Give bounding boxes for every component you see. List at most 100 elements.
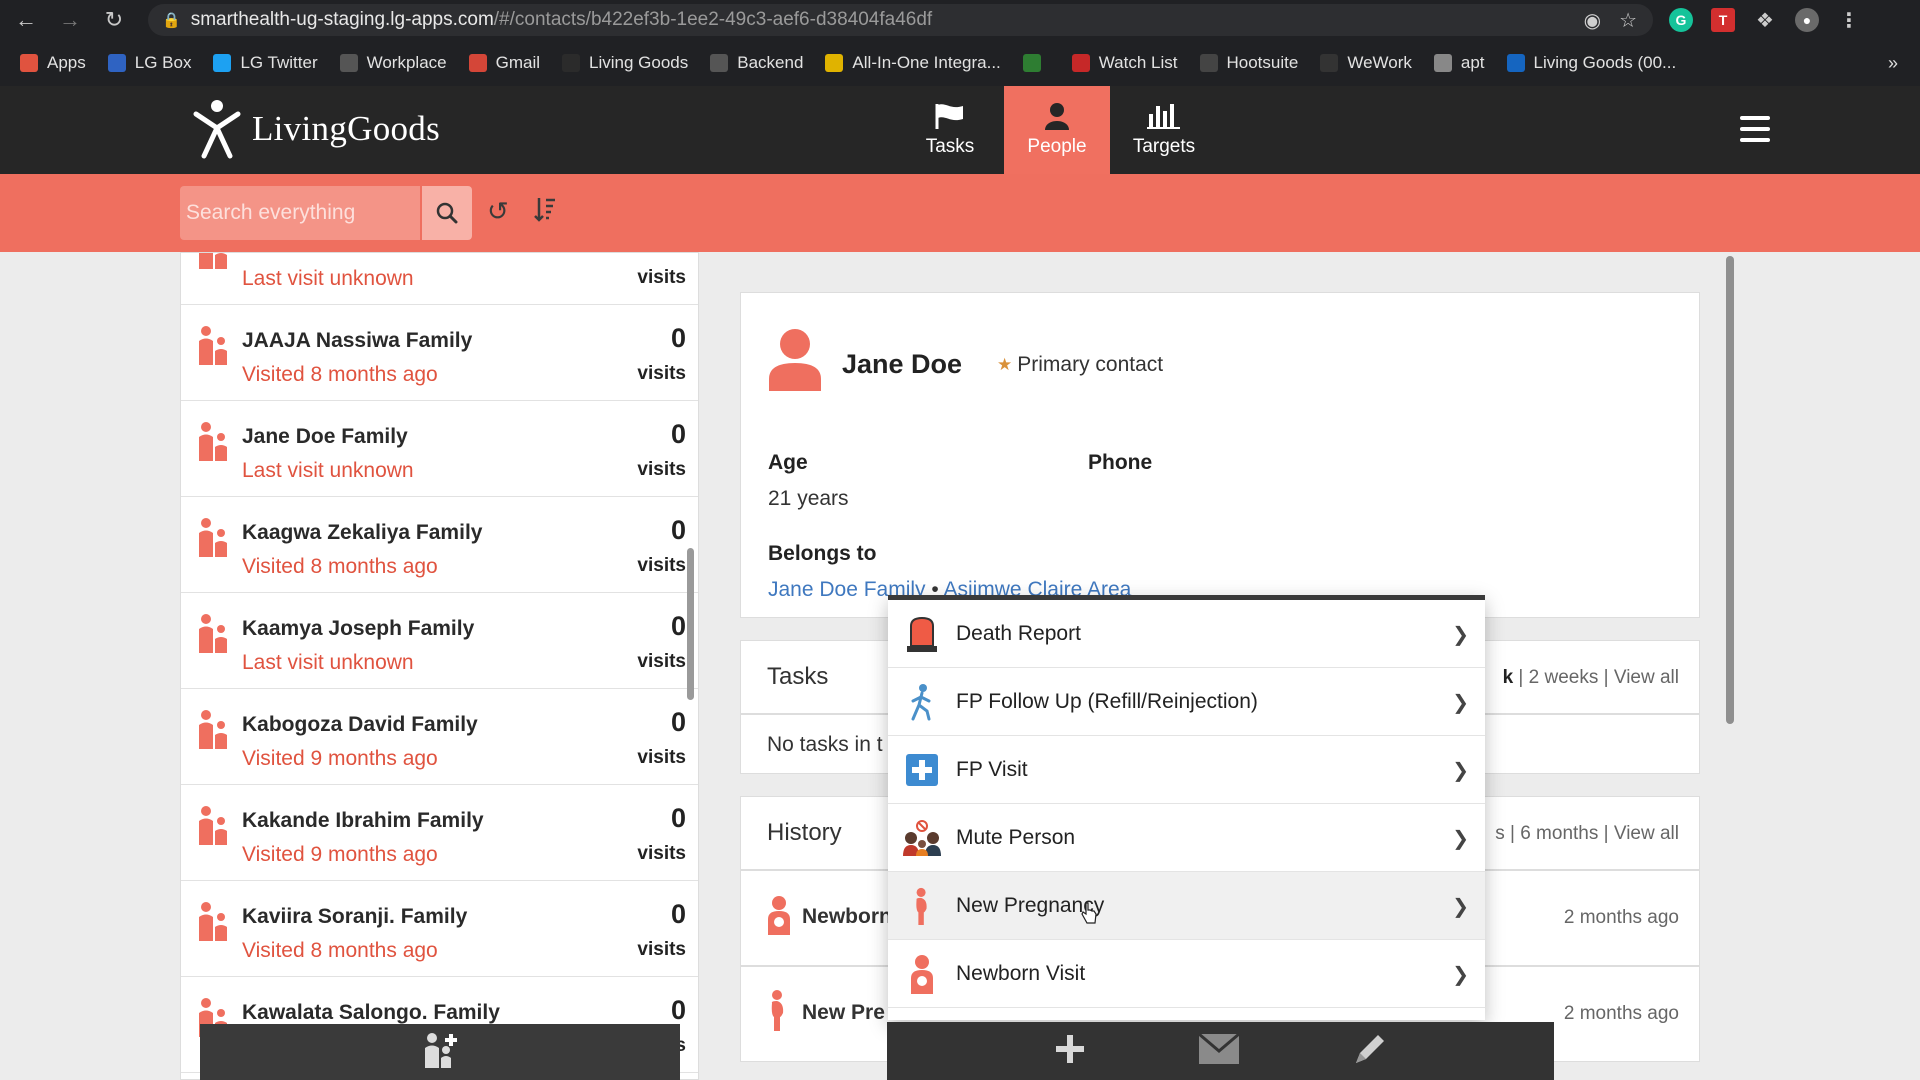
contact-list[interactable]: Last visit unknown visits JAAJA Nassiwa Fa… bbox=[180, 252, 699, 1080]
menu-item-fp-visit[interactable]: FP Visit ❯ bbox=[888, 736, 1485, 804]
page-scrollbar[interactable] bbox=[1726, 256, 1734, 724]
tasks-filter-2-weeks[interactable]: 2 weeks bbox=[1529, 667, 1599, 688]
search-input[interactable] bbox=[186, 201, 416, 225]
tasks-filters: k | 2 weeks | View all bbox=[1502, 667, 1679, 688]
bookmark-item[interactable]: Apps bbox=[20, 53, 86, 73]
puzzle-extensions-icon[interactable]: ❖ bbox=[1753, 8, 1777, 32]
action-bar bbox=[887, 1022, 1554, 1080]
menu-item-mute-person[interactable]: Mute Person ❯ bbox=[888, 804, 1485, 872]
profile-avatar-icon[interactable]: ● bbox=[1795, 8, 1819, 32]
kebab-menu-icon[interactable]: ⋮ bbox=[1837, 8, 1861, 32]
contact-list-item[interactable]: Kaviira Soranji. Family Visited 8 months … bbox=[181, 881, 698, 977]
forward-icon[interactable]: → bbox=[52, 2, 88, 38]
bookmark-item[interactable]: Watch List bbox=[1071, 53, 1178, 73]
bookmark-item[interactable]: Backend bbox=[710, 53, 803, 73]
living-goods-logo[interactable]: LivingGoods bbox=[190, 98, 440, 160]
visit-count-label: visits bbox=[637, 651, 686, 672]
history-filter-partial[interactable]: s bbox=[1495, 823, 1505, 844]
chevron-right-icon: ❯ bbox=[1452, 828, 1469, 850]
apps-grid-icon bbox=[20, 54, 38, 72]
bookmark-item[interactable]: LG Twitter bbox=[213, 53, 318, 73]
menu-item-label: Newborn Visit bbox=[956, 961, 1086, 985]
contact-list-item[interactable]: Kabogoza David Family Visited 9 months ag… bbox=[181, 689, 698, 785]
tab-targets[interactable]: Targets bbox=[1111, 86, 1217, 174]
box-icon bbox=[107, 54, 126, 72]
bookmark-label: LG Twitter bbox=[240, 53, 318, 72]
fp-follow-up-icon bbox=[902, 682, 942, 722]
pregnancy-icon bbox=[767, 989, 789, 1036]
mute-person-icon bbox=[902, 818, 942, 858]
last-visit-text: Last visit unknown bbox=[242, 267, 414, 290]
menu-item-death-report[interactable]: Death Report ❯ bbox=[888, 600, 1485, 668]
menu-item-label: Death Report bbox=[956, 621, 1081, 645]
contact-list-item[interactable]: Last visit unknown visits bbox=[181, 253, 698, 305]
menu-item-new-pregnancy[interactable]: New Pregnancy ❯ bbox=[888, 872, 1485, 940]
history-filter-6-months[interactable]: 6 months bbox=[1520, 823, 1598, 844]
bookmark-item[interactable]: LG Box bbox=[107, 53, 192, 73]
contact-list-item[interactable]: JAAJA Nassiwa Family Visited 8 months ago… bbox=[181, 305, 698, 401]
chevron-right-icon: ❯ bbox=[1452, 692, 1469, 714]
bookmark-item[interactable]: Workplace bbox=[339, 53, 447, 73]
tp-extension-icon[interactable]: T bbox=[1711, 8, 1735, 32]
last-visit-text: Visited 9 months ago bbox=[242, 747, 438, 770]
chevron-right-icon: ❯ bbox=[1452, 896, 1469, 918]
family-icon bbox=[197, 517, 231, 562]
bookmarks-overflow-icon[interactable]: » bbox=[1888, 53, 1898, 74]
person-name: Jane Doe bbox=[842, 349, 963, 379]
plus-icon[interactable] bbox=[1053, 1032, 1087, 1071]
family-icon bbox=[197, 421, 231, 466]
bar-chart-icon bbox=[1146, 102, 1182, 130]
menu-item-fp-follow-up[interactable]: FP Follow Up (Refill/Reinjection) ❯ bbox=[888, 668, 1485, 736]
contact-name: Kakande Ibrahim Family bbox=[242, 809, 484, 832]
add-family-icon[interactable] bbox=[418, 1028, 462, 1077]
bookmark-label: LG Box bbox=[134, 53, 192, 72]
bookmark-item[interactable]: Living Goods bbox=[562, 53, 688, 73]
contact-name: Kaviira Soranji. Family bbox=[242, 905, 468, 928]
contact-list-item[interactable]: Jane Doe Family Last visit unknown 0 visits bbox=[181, 401, 698, 497]
newborn-icon bbox=[765, 895, 793, 940]
bookmark-item[interactable]: All-In-One Integra... bbox=[825, 53, 1001, 73]
reload-icon[interactable]: ↻ bbox=[96, 2, 132, 38]
menu-item-newborn-visit[interactable]: Newborn Visit ❯ bbox=[888, 940, 1485, 1008]
search-field[interactable] bbox=[180, 186, 420, 240]
search-button[interactable] bbox=[422, 186, 472, 240]
bookmark-item[interactable]: apt bbox=[1433, 53, 1485, 73]
family-icon bbox=[197, 253, 231, 274]
blocked-location-icon[interactable]: ◉ bbox=[1584, 8, 1601, 33]
tab-people[interactable]: People bbox=[1004, 86, 1110, 174]
bookmark-item[interactable]: WeWork bbox=[1320, 53, 1412, 73]
pencil-edit-icon[interactable] bbox=[1352, 1031, 1388, 1072]
url-path: /#/contacts/b422ef3b-1ee2-49c3-aef6-d384… bbox=[493, 9, 933, 30]
bookmark-star-icon[interactable]: ☆ bbox=[1619, 8, 1637, 33]
bookmark-item[interactable]: Hootsuite bbox=[1199, 53, 1298, 73]
reset-filter-icon[interactable]: ↺ bbox=[487, 196, 509, 227]
contact-list-item[interactable]: Kaagwa Zekaliya Family Visited 8 months a… bbox=[181, 497, 698, 593]
tasks-filter-week[interactable]: k bbox=[1503, 667, 1514, 688]
pregnancy-icon bbox=[902, 886, 942, 926]
p-icon bbox=[1506, 54, 1525, 72]
bookmark-item[interactable]: Gmail bbox=[468, 53, 540, 73]
visit-count: 0 bbox=[670, 707, 686, 737]
history-view-all-link[interactable]: View all bbox=[1614, 823, 1679, 844]
grammarly-icon[interactable]: G bbox=[1669, 8, 1693, 32]
contact-list-item[interactable]: Kaamya Joseph Family Last visit unknown 0 v… bbox=[181, 593, 698, 689]
address-bar[interactable]: 🔒 smarthealth-ug-staging.lg-apps.com/#/c… bbox=[148, 4, 1653, 36]
tasks-view-all-link[interactable]: View all bbox=[1614, 667, 1679, 688]
contact-list-item[interactable]: Kakande Ibrahim Family Visited 9 months a… bbox=[181, 785, 698, 881]
family-icon bbox=[197, 805, 231, 850]
hamburger-menu-icon[interactable] bbox=[1740, 116, 1770, 149]
bookmark-item[interactable]: Living Goods (00... bbox=[1506, 53, 1676, 73]
bookmark-label: Backend bbox=[737, 53, 804, 72]
tab-tasks[interactable]: Tasks bbox=[897, 86, 1003, 174]
contact-name: Kaagwa Zekaliya Family bbox=[242, 521, 483, 544]
bookmark-item[interactable] bbox=[1022, 54, 1050, 72]
last-visit-text: Visited 8 months ago bbox=[242, 363, 438, 386]
back-icon[interactable]: ← bbox=[8, 2, 44, 38]
primary-contact-label: Primary contact bbox=[1017, 353, 1164, 376]
sort-icon[interactable] bbox=[533, 196, 557, 229]
list-scrollbar[interactable] bbox=[687, 548, 694, 700]
last-visit-text: Last visit unknown bbox=[242, 459, 414, 482]
visit-count: 0 bbox=[670, 803, 686, 833]
visit-count-label: visits bbox=[637, 555, 686, 576]
envelope-icon[interactable] bbox=[1198, 1032, 1241, 1070]
